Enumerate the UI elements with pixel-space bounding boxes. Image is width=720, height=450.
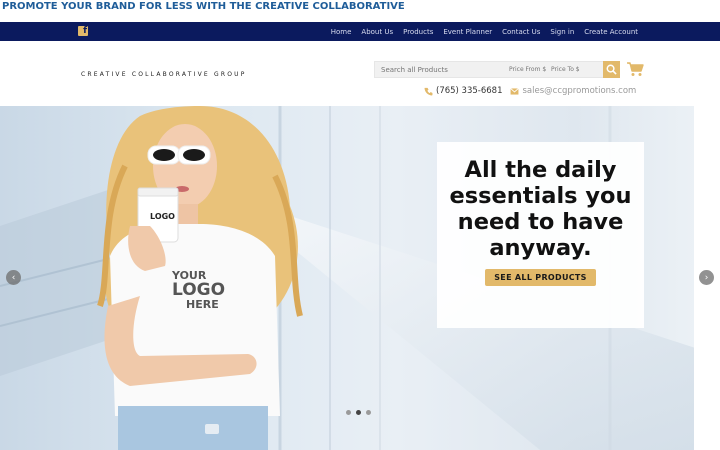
hero-heading: All the daily essentials you need to hav… <box>449 157 632 261</box>
search-bar <box>374 61 619 78</box>
nav-link-sign-in[interactable]: Sign in <box>545 28 579 36</box>
nav-links: Home About Us Products Event Planner Con… <box>326 22 643 41</box>
shirt-logo: YOUR LOGO HERE <box>172 270 225 311</box>
price-from-input[interactable] <box>505 62 547 77</box>
hero-carousel: LOGO YOUR LOGO HERE All the daily essent… <box>0 106 720 450</box>
email-address[interactable]: sales@ccgpromotions.com <box>522 86 636 96</box>
phone-icon <box>424 87 433 95</box>
hero-card: All the daily essentials you need to hav… <box>437 142 644 328</box>
search-icon <box>606 64 617 75</box>
contact-row: (765) 335-6681 sales@ccgpromotions.com <box>424 86 636 96</box>
search-input[interactable] <box>375 62 505 77</box>
envelope-icon <box>510 87 520 95</box>
chevron-right-icon: › <box>704 272 709 283</box>
carousel-dots <box>346 410 371 415</box>
chevron-left-icon: ‹ <box>11 272 16 283</box>
nav-link-create-account[interactable]: Create Account <box>579 28 643 36</box>
cart-button[interactable] <box>626 61 644 77</box>
shirt-logo-line-2: LOGO <box>172 280 226 300</box>
cart-icon <box>627 62 644 76</box>
see-all-products-button[interactable]: SEE ALL PRODUCTS <box>485 269 596 286</box>
promo-text: PROMOTE YOUR BRAND FOR LESS WITH THE CRE… <box>2 1 405 12</box>
price-to-input[interactable] <box>547 62 589 77</box>
site-header: CREATIVE COLLABORATIVE GROUP (765) 335-6… <box>0 41 720 106</box>
carousel-next-button[interactable]: › <box>699 270 714 285</box>
nav-link-contact-us[interactable]: Contact Us <box>497 28 545 36</box>
carousel-prev-button[interactable]: ‹ <box>6 270 21 285</box>
carousel-dot-3[interactable] <box>366 410 371 415</box>
facebook-icon[interactable]: f <box>78 26 88 36</box>
shirt-logo-line-3: HERE <box>186 298 219 311</box>
nav-link-about-us[interactable]: About Us <box>356 28 398 36</box>
promo-banner: PROMOTE YOUR BRAND FOR LESS WITH THE CRE… <box>0 0 720 22</box>
cup-logo: LOGO <box>150 212 175 221</box>
brand-logo[interactable]: CREATIVE COLLABORATIVE GROUP <box>81 71 247 78</box>
nav-link-event-planner[interactable]: Event Planner <box>438 28 497 36</box>
search-button[interactable] <box>603 61 620 78</box>
phone-number[interactable]: (765) 335-6681 <box>436 86 502 96</box>
top-nav: f Home About Us Products Event Planner C… <box>0 22 720 41</box>
carousel-dot-2[interactable] <box>356 410 361 415</box>
nav-link-home[interactable]: Home <box>326 28 357 36</box>
nav-link-products[interactable]: Products <box>398 28 438 36</box>
carousel-dot-1[interactable] <box>346 410 351 415</box>
